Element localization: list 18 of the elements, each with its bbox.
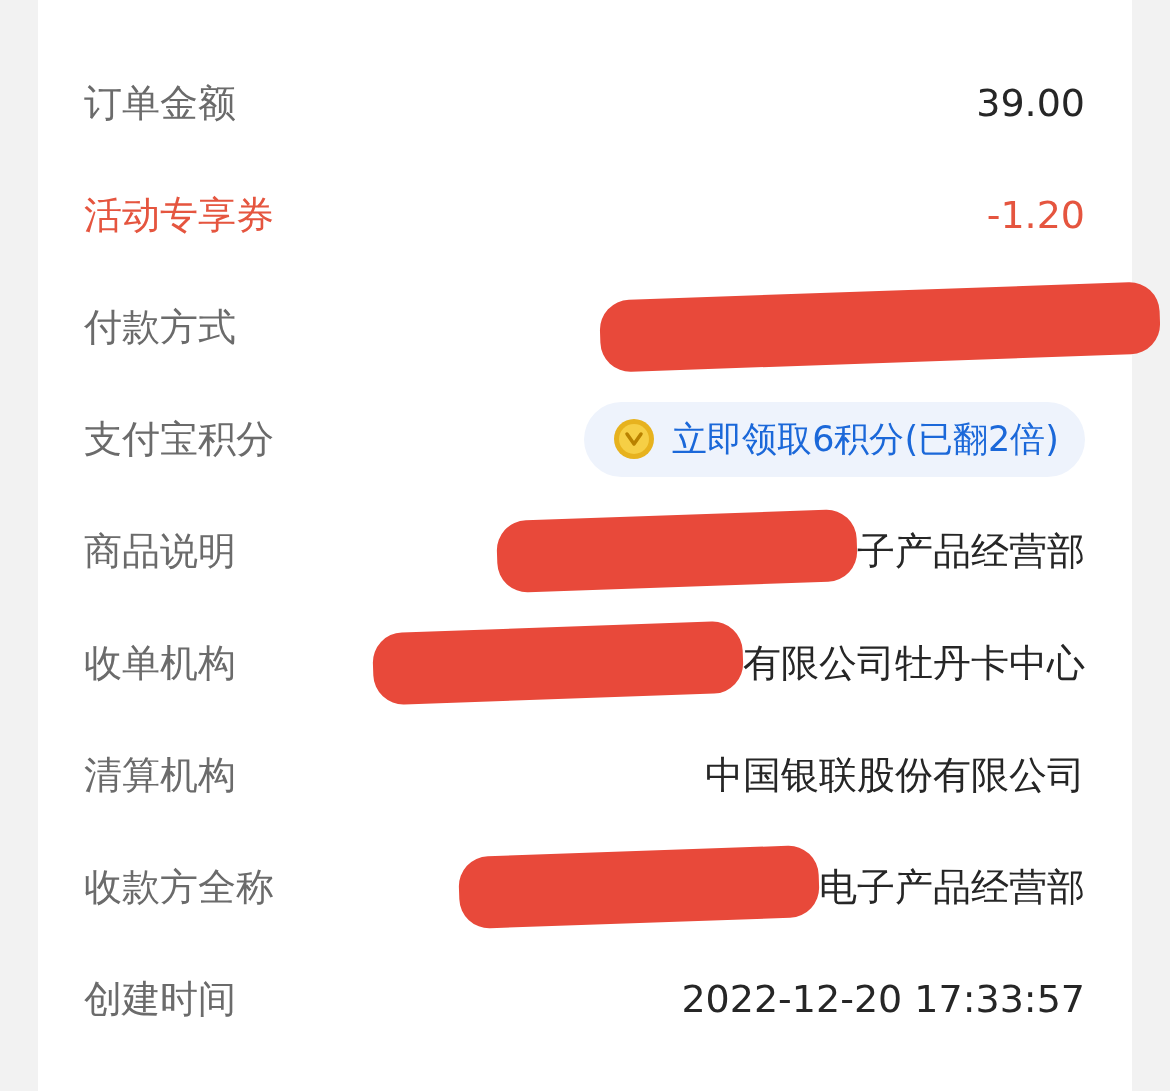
field-label: 收款方全称 — [84, 863, 274, 911]
field-label: 清算机构 — [84, 751, 236, 799]
field-label: 活动专享券 — [84, 191, 274, 239]
field-value: 有限公司牡丹卡中心 — [743, 639, 1085, 687]
field-label: 付款方式 — [84, 303, 236, 351]
field-value: 电子产品经营部 — [819, 863, 1085, 911]
field-label: 创建时间 — [84, 975, 236, 1023]
coin-icon — [612, 417, 657, 461]
field-value: 中国银联股份有限公司 — [705, 751, 1085, 799]
field-value: 2022-12-20 17:33:57 — [681, 975, 1085, 1023]
field-label: 商品说明 — [84, 527, 236, 575]
field-label: 支付宝积分 — [84, 415, 274, 463]
field-value: 39.00 — [976, 79, 1085, 127]
field-label: 收单机构 — [84, 639, 236, 687]
field-label: 订单金额 — [84, 79, 236, 127]
claim-points-button[interactable]: 立即领取6积分(已翻2倍) — [584, 401, 1085, 477]
field-value: 子产品经营部 — [857, 527, 1085, 575]
field-value: -1.20 — [986, 191, 1085, 239]
